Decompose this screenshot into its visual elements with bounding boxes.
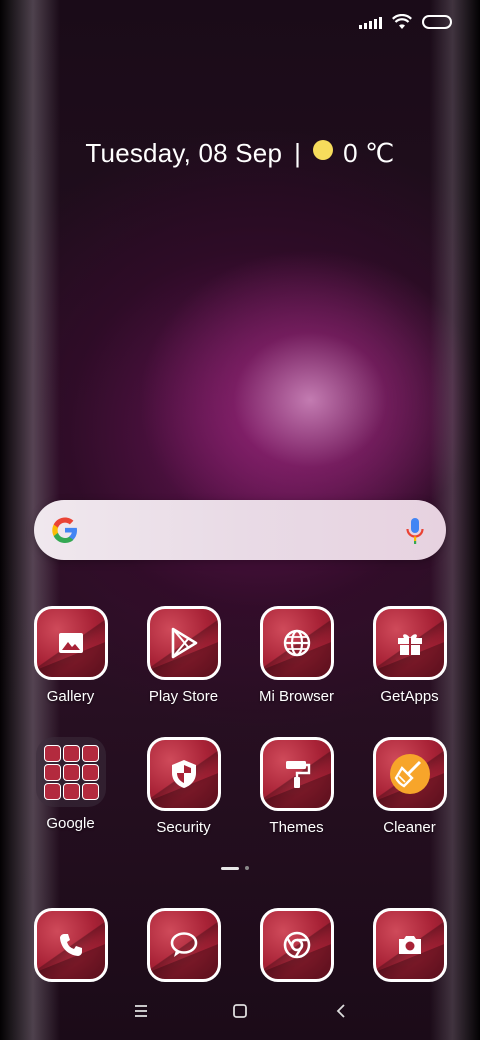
mi-browser-tile	[259, 606, 334, 680]
chrome-icon	[283, 931, 310, 959]
camera-tile	[372, 908, 447, 982]
app-label: GetApps	[380, 688, 439, 705]
getapps-tile	[372, 606, 447, 680]
app-getapps[interactable]: GetApps	[353, 606, 466, 705]
gallery-tile	[33, 606, 108, 680]
dock-chrome[interactable]	[240, 908, 353, 982]
app-label: Gallery	[46, 688, 95, 705]
app-label: Play Store	[148, 688, 219, 705]
globe-icon	[283, 629, 310, 657]
page-indicator[interactable]	[221, 866, 249, 870]
app-security[interactable]: Security	[127, 737, 240, 836]
themes-tile	[259, 737, 334, 811]
phone-icon	[59, 934, 82, 956]
app-label: Mi Browser	[258, 688, 334, 705]
chrome-tile	[259, 908, 334, 982]
broom-icon	[389, 754, 430, 794]
app-label: Themes	[269, 819, 324, 836]
app-gallery[interactable]: Gallery	[14, 606, 127, 705]
back-icon[interactable]	[329, 1000, 353, 1024]
status-bar	[359, 10, 452, 34]
app-label: Google	[46, 815, 95, 832]
folder-icon	[35, 737, 106, 807]
gift-icon	[397, 634, 422, 655]
navigation-bar	[0, 1000, 480, 1024]
dock-camera[interactable]	[353, 908, 466, 982]
app-label: Security	[156, 819, 211, 836]
date-weather-widget[interactable]: Tuesday, 08 Sep | 0 ℃	[0, 138, 480, 169]
signal-icon	[359, 15, 382, 29]
phone-tile	[33, 908, 108, 982]
paint-roller-icon	[285, 761, 310, 788]
cleaner-tile	[372, 737, 447, 811]
app-folder-google[interactable]: Google	[14, 737, 127, 832]
dock-phone[interactable]	[14, 908, 127, 982]
dock-messages[interactable]	[127, 908, 240, 982]
app-themes[interactable]: Themes	[240, 737, 353, 836]
home-icon[interactable]	[228, 1000, 252, 1024]
play-icon	[171, 627, 197, 659]
date-text: Tuesday, 08 Sep	[85, 138, 283, 168]
google-g-icon	[52, 517, 77, 543]
menu-icon[interactable]	[129, 1000, 153, 1024]
battery-icon	[422, 15, 452, 29]
microphone-icon[interactable]	[404, 516, 426, 546]
app-mi-browser[interactable]: Mi Browser	[240, 606, 353, 705]
page-dot-active	[221, 866, 239, 870]
temperature-text: 0 ℃	[343, 138, 395, 168]
app-cleaner[interactable]: Cleaner	[353, 737, 466, 836]
camera-icon	[398, 936, 421, 954]
shield-icon	[171, 760, 196, 788]
sun-icon	[313, 140, 334, 160]
wifi-icon	[392, 14, 412, 29]
widget-separator: |	[294, 138, 302, 168]
messages-tile	[146, 908, 221, 982]
image-icon	[58, 633, 83, 653]
app-play-store[interactable]: Play Store	[127, 606, 240, 705]
page-dot	[245, 866, 249, 870]
security-tile	[146, 737, 221, 811]
message-icon	[170, 932, 197, 957]
play-store-tile	[146, 606, 221, 680]
google-search-bar[interactable]	[34, 500, 446, 560]
app-label: Cleaner	[383, 819, 436, 836]
